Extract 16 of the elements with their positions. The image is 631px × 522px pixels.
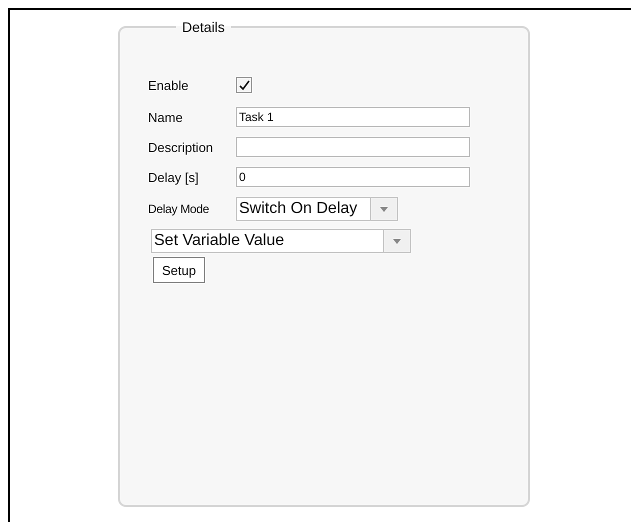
text-field[interactable]: 0 [236, 167, 470, 187]
action-dropdown[interactable]: Set Variable Value [151, 229, 411, 253]
checkmark-icon [238, 80, 250, 90]
field-label: Delay [s] [148, 170, 200, 184]
field-label: Delay Mode [148, 202, 210, 216]
field-label: Name [148, 110, 184, 124]
panel-title: Details [181, 19, 226, 35]
delay-mode-dropdown[interactable]: Switch On Delay [236, 197, 398, 221]
text-field[interactable]: Task 1 [236, 107, 470, 127]
setup-button[interactable]: Setup [153, 257, 205, 283]
caret-icon [380, 206, 388, 212]
caret-icon [393, 238, 401, 244]
text-field[interactable] [236, 137, 470, 157]
enable-checkbox[interactable] [236, 77, 252, 93]
field-label: Enable [148, 78, 190, 92]
field-label: Description [148, 140, 214, 154]
